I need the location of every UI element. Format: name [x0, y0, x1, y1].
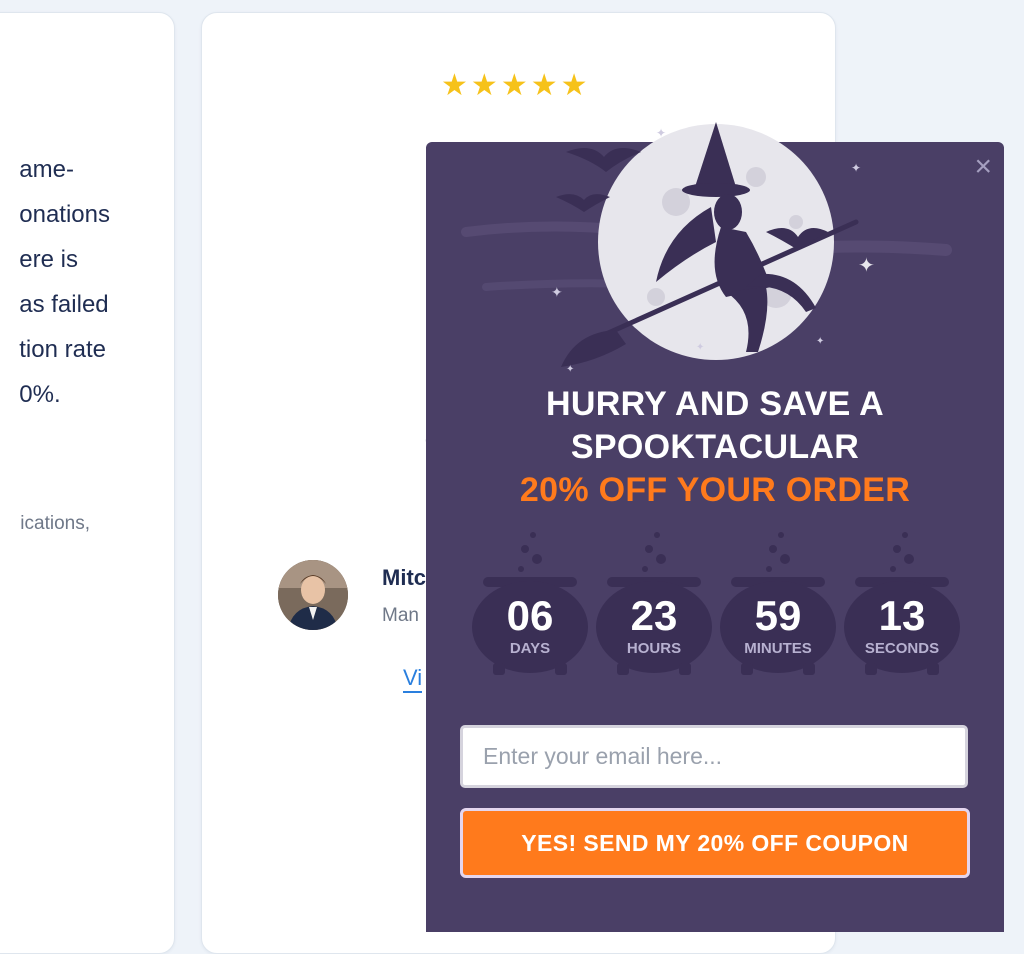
- countdown-unit: SECONDS: [864, 640, 940, 657]
- email-field-wrapper: [460, 725, 968, 788]
- countdown-minutes: 59 MINUTES: [719, 527, 837, 677]
- quote-line: ere is: [19, 246, 78, 273]
- svg-text:✦: ✦: [566, 364, 574, 375]
- quote-line: tion rate: [19, 336, 106, 363]
- witch-moon-illustration: ✦ ✦ ✦ ✦ ✦ ✦ ✦: [461, 122, 952, 375]
- svg-text:✦: ✦: [858, 253, 875, 277]
- quote-line: ame-: [19, 156, 74, 183]
- author-name: Mitc: [382, 565, 426, 590]
- author-role: Man: [382, 605, 419, 626]
- headline-line-2: SPOOKTACULAR: [570, 428, 860, 466]
- countdown-value: 59: [754, 592, 802, 639]
- testimonial-quote-left: ame- onations ere is as failed tion rate…: [19, 147, 110, 417]
- countdown-value: 23: [630, 592, 678, 639]
- headline-offer: 20% OFF YOUR ORDER: [519, 471, 911, 509]
- quote-line: as failed: [19, 291, 109, 318]
- quote-line: 0%.: [19, 381, 61, 408]
- countdown-hours: 23 HOURS: [595, 527, 713, 677]
- headline-line-1: HURRY AND SAVE A: [546, 385, 884, 423]
- countdown-unit: DAYS: [509, 640, 551, 657]
- countdown-value: 06: [506, 592, 554, 639]
- svg-text:✦: ✦: [551, 285, 563, 301]
- svg-text:✦: ✦: [696, 342, 704, 353]
- author-role-left: ications,: [20, 513, 90, 534]
- avatar: [278, 560, 348, 630]
- svg-text:✦: ✦: [816, 336, 824, 347]
- countdown-unit: MINUTES: [744, 640, 812, 657]
- svg-text:✦: ✦: [851, 161, 861, 175]
- email-field[interactable]: [463, 728, 965, 785]
- quote-line: onations: [19, 201, 110, 228]
- countdown-unit: HOURS: [626, 640, 682, 657]
- send-coupon-button[interactable]: YES! SEND MY 20% OFF COUPON: [460, 808, 970, 878]
- countdown-value: 13: [878, 592, 926, 639]
- popup-headline: HURRY AND SAVE A SPOOKTACULAR 20% OFF YO…: [426, 383, 1004, 512]
- testimonial-card-left: ame- onations ere is as failed tion rate…: [0, 12, 175, 954]
- halloween-popup: × ✦ ✦ ✦ ✦ ✦ ✦ ✦ HURRY AND SAVE A SPOOKTA…: [426, 122, 1004, 932]
- countdown-seconds: 13 SECONDS: [843, 527, 961, 677]
- view-case-study-link[interactable]: Vi: [403, 665, 423, 693]
- svg-text:✦: ✦: [656, 126, 666, 140]
- countdown-days: 06 DAYS: [471, 527, 589, 677]
